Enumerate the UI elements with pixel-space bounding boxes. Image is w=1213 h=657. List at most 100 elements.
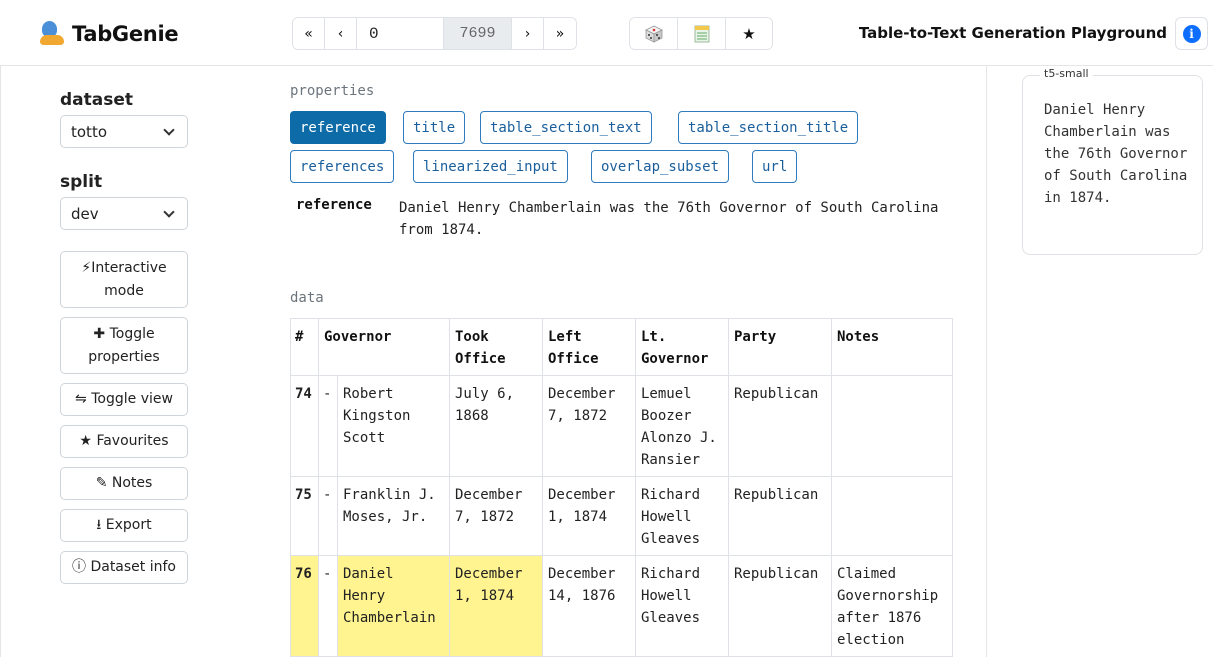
model-name: t5-small [1040,67,1093,80]
spreadsheet-icon [694,25,709,42]
table-cell[interactable]: Claimed Governorship after 1876 election [831,555,953,657]
table-cell[interactable]: December 14, 1876 [542,555,636,657]
example-index-input[interactable]: 0 [357,18,444,49]
property-tag-reference[interactable]: reference [290,111,386,144]
table-row: 74 - Robert Kingston Scott July 6, 1868 … [290,375,953,477]
chevron-down-icon [163,205,175,218]
swap-icon: ⇋ [75,391,87,408]
split-value: dev [71,204,99,223]
export-label: Export [105,517,152,534]
favourite-button[interactable]: ★ [726,18,772,49]
interactive-mode-label: Interactive mode [91,260,167,299]
table-cell-highlighted[interactable]: Daniel Henry Chamberlain [337,555,450,657]
favourites-button[interactable]: ★ Favourites [60,425,188,458]
table-row: 76 - Daniel Henry Chamberlain December 1… [290,555,953,657]
favourites-label: Favourites [96,433,169,450]
table-cell[interactable]: December 7, 1872 [449,476,543,556]
column-header: Took Office [449,318,543,376]
column-header: Party [728,318,832,376]
table-cell[interactable]: - [318,476,338,556]
property-tag-references[interactable]: references [290,150,395,183]
last-example-button[interactable]: » [544,18,576,49]
info-icon: i [1182,24,1201,43]
column-header: Governor [318,318,450,376]
table-cell[interactable]: 75 [290,476,319,556]
column-header: Notes [831,318,953,376]
table-cell-highlighted[interactable]: December 1, 1874 [449,555,543,657]
property-tag-overlap-subset[interactable]: overlap_subset [591,150,730,183]
star-icon: ★ [79,433,92,450]
table-cell[interactable]: Republican [728,555,832,657]
table-cell[interactable]: July 6, 1868 [449,375,543,477]
first-example-button[interactable]: « [293,18,325,49]
download-icon: ⭳ [96,517,102,534]
property-tag-table-section-text[interactable]: table_section_text [480,111,652,144]
dataset-info-button[interactable]: ⓘ Dataset info [60,551,188,584]
dataset-info-label: Dataset info [90,559,176,576]
left-border [0,66,1,657]
app-logo[interactable]: TabGenie [38,20,179,48]
prev-example-button[interactable]: ‹ [325,18,357,49]
plus-icon: ✚ [93,326,106,343]
export-button[interactable]: ⭳ Export [60,509,188,542]
table-row: 75 - Franklin J. Moses, Jr. December 7, … [290,476,953,556]
table-cell[interactable]: Republican [728,476,832,556]
column-header: Left Office [542,318,636,376]
interactive-mode-button[interactable]: ⚡Interactive mode [60,251,188,308]
split-label: split [60,172,103,192]
table-view-button[interactable] [678,18,726,49]
model-output-text: Daniel Henry Chamberlain was the 76th Go… [1044,102,1188,206]
info-button[interactable]: i [1175,17,1208,50]
reference-value: Daniel Henry Chamberlain was the 76th Go… [399,200,939,238]
notes-label: Notes [111,475,153,492]
table-cell[interactable]: December 7, 1872 [542,375,636,477]
panel-divider [986,66,987,657]
properties-label: properties [290,83,375,99]
dataset-select[interactable]: totto [60,115,188,148]
sidebar: dataset totto split dev ⚡Interactive mod… [60,88,189,584]
column-header: # [290,318,319,376]
table-cell[interactable]: Lemuel Boozer Alonzo J. Ransier [635,375,729,477]
table-cell[interactable]: - [318,555,338,657]
property-tag-table-section-title[interactable]: table_section_title [678,111,859,144]
table-cell[interactable] [831,375,953,477]
reference-key: reference [296,197,372,213]
app-name: TabGenie [72,22,179,46]
table-cell[interactable]: Richard Howell Gleaves [635,555,729,657]
genie-icon [38,20,68,48]
info-circle-icon: ⓘ [72,559,86,576]
split-select[interactable]: dev [60,197,188,230]
table-cell[interactable]: Franklin J. Moses, Jr. [337,476,450,556]
table-cell[interactable] [831,476,953,556]
notes-button[interactable]: ✎ Notes [60,467,188,500]
property-tag-linearized-input[interactable]: linearized_input [413,150,568,183]
next-example-button[interactable]: › [512,18,544,49]
toggle-view-button[interactable]: ⇋ Toggle view [60,383,188,416]
property-tag-url[interactable]: url [752,150,798,183]
table-header-row: # Governor Took Office Left Office Lt. G… [290,318,953,376]
table-cell-highlighted[interactable]: 76 [290,555,319,657]
toolbar: ★ [629,17,773,50]
pencil-icon: ✎ [95,475,108,492]
table-cell[interactable]: - [318,375,338,477]
top-header: TabGenie « ‹ 0 7699 › » ★ Table-to-Text … [0,0,1213,66]
toggle-properties-button[interactable]: ✚ Toggle properties [60,317,188,374]
toggle-view-label: Toggle view [91,391,173,408]
data-table: # Governor Took Office Left Office Lt. G… [290,318,953,657]
table-cell[interactable]: 74 [290,375,319,477]
dice-icon [644,25,663,43]
column-header: Lt. Governor [635,318,729,376]
table-cell[interactable]: Robert Kingston Scott [337,375,450,477]
property-tag-title[interactable]: title [403,111,466,144]
dataset-value: totto [71,122,107,141]
random-example-button[interactable] [630,18,678,49]
data-label: data [290,290,324,306]
example-total-count: 7699 [444,18,512,49]
lightning-icon: ⚡ [81,260,92,277]
page-title: Table-to-Text Generation Playground [858,24,1167,42]
table-cell[interactable]: Republican [728,375,832,477]
table-cell[interactable]: Richard Howell Gleaves [635,476,729,556]
table-cell[interactable]: December 1, 1874 [542,476,636,556]
example-pager: « ‹ 0 7699 › » [292,17,577,50]
chevron-down-icon [163,123,175,136]
